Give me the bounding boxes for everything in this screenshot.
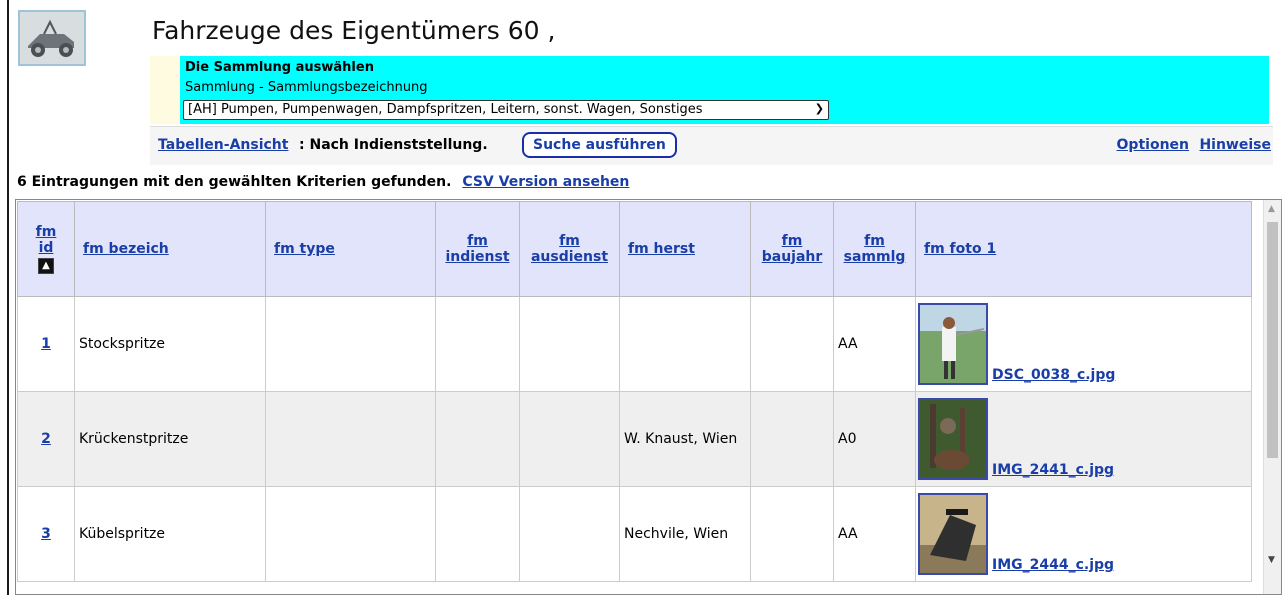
- table-view-link[interactable]: Tabellen-Ansicht: [158, 137, 288, 153]
- photo-thumbnail[interactable]: [918, 398, 988, 480]
- results-table: fm id ▲ fm bezeich fm type fm indienst f…: [17, 201, 1252, 582]
- cell-bezeich: Kübelspritze: [74, 486, 266, 582]
- options-link[interactable]: Optionen: [1117, 137, 1189, 153]
- table-header-row: fm id ▲ fm bezeich fm type fm indienst f…: [17, 201, 1252, 297]
- panel-margin: [150, 56, 180, 124]
- toolbar: Tabellen-Ansicht : Nach Indienststellung…: [150, 126, 1273, 165]
- col-header-id-top: fm: [35, 224, 57, 240]
- cell-ausdienst: [519, 486, 620, 582]
- collection-selector-panel: Die Sammlung auswählen Sammlung - Sammlu…: [150, 56, 1269, 124]
- col-header-id[interactable]: fm id ▲: [17, 201, 75, 297]
- col-header-id-bottom: id: [38, 240, 54, 256]
- csv-version-link[interactable]: CSV Version ansehen: [462, 174, 629, 190]
- cell-baujahr: [750, 391, 834, 487]
- cell-sammlg: AA: [833, 296, 916, 392]
- table-row: 3 Kübelspritze Nechvile, Wien AA IMG_244…: [17, 486, 1252, 582]
- results-summary: 6 Eintragungen mit den gewählten Kriteri…: [17, 174, 629, 190]
- results-table-container: fm id ▲ fm bezeich fm type fm indienst f…: [15, 199, 1282, 595]
- cell-sammlg: AA: [833, 486, 916, 582]
- scrollbar-thumb[interactable]: [1267, 222, 1278, 458]
- hints-link[interactable]: Hinweise: [1199, 137, 1271, 153]
- col-header-ausdienst-bottom: ausdienst: [530, 249, 609, 265]
- cell-indienst: [435, 296, 520, 392]
- cell-baujahr: [750, 486, 834, 582]
- logo-image: [18, 10, 86, 66]
- cell-herst: Nechvile, Wien: [619, 486, 751, 582]
- cell-bezeich: Krückenstpritze: [74, 391, 266, 487]
- col-header-indienst-top: fm: [467, 233, 488, 249]
- col-header-sammlg-top: fm: [864, 233, 885, 249]
- table-view-sort-label: : Nach Indienststellung.: [299, 137, 488, 153]
- scroll-up-icon[interactable]: ▲: [1268, 204, 1275, 214]
- collection-select[interactable]: [AH] Pumpen, Pumpenwagen, Dampfspritzen,…: [183, 100, 829, 120]
- collection-heading: Die Sammlung auswählen: [185, 60, 374, 75]
- table-row: 1 Stockspritze AA DSC_0038_c.jpg: [17, 296, 1252, 392]
- photo-file-link[interactable]: IMG_2441_c.jpg: [992, 462, 1114, 478]
- cell-type: [265, 486, 436, 582]
- col-header-type[interactable]: fm type: [265, 201, 436, 297]
- col-header-indienst[interactable]: fm indienst: [435, 201, 520, 297]
- cell-foto: IMG_2441_c.jpg: [915, 391, 1252, 487]
- col-header-baujahr-top: fm: [781, 233, 803, 249]
- cell-ausdienst: [519, 391, 620, 487]
- photo-file-link[interactable]: DSC_0038_c.jpg: [992, 367, 1115, 383]
- search-button[interactable]: Suche ausführen: [522, 132, 677, 158]
- sort-up-icon[interactable]: ▲: [38, 258, 54, 274]
- col-header-ausdienst-top: fm: [559, 233, 580, 249]
- col-header-foto[interactable]: fm foto 1: [915, 201, 1252, 297]
- photo-thumbnail[interactable]: [918, 303, 988, 385]
- collection-subheading: Sammlung - Sammlungsbezeichnung: [185, 80, 428, 95]
- cell-bezeich: Stockspritze: [74, 296, 266, 392]
- col-header-ausdienst[interactable]: fm ausdienst: [519, 201, 620, 297]
- left-frame-border: [7, 0, 9, 595]
- scroll-down-icon[interactable]: ▼: [1268, 555, 1275, 565]
- row-id-link[interactable]: 3: [17, 486, 75, 582]
- cell-foto: IMG_2444_c.jpg: [915, 486, 1252, 582]
- col-header-baujahr[interactable]: fm baujahr: [750, 201, 834, 297]
- row-id-link[interactable]: 1: [17, 296, 75, 392]
- cell-type: [265, 391, 436, 487]
- cell-herst: [619, 296, 751, 392]
- table-row: 2 Krückenstpritze W. Knaust, Wien A0 IMG…: [17, 391, 1252, 487]
- col-header-bezeich[interactable]: fm bezeich: [74, 201, 266, 297]
- col-header-sammlg[interactable]: fm sammlg: [833, 201, 916, 297]
- cell-type: [265, 296, 436, 392]
- col-header-herst[interactable]: fm herst: [619, 201, 751, 297]
- cell-indienst: [435, 486, 520, 582]
- cell-sammlg: A0: [833, 391, 916, 487]
- vertical-scrollbar[interactable]: ▲ ▼: [1263, 200, 1281, 594]
- cell-baujahr: [750, 296, 834, 392]
- results-count-text: 6 Eintragungen mit den gewählten Kriteri…: [17, 174, 452, 190]
- cell-indienst: [435, 391, 520, 487]
- photo-thumbnail[interactable]: [918, 493, 988, 575]
- page-title: Fahrzeuge des Eigentümers 60 ,: [152, 16, 556, 45]
- col-header-baujahr-bottom: baujahr: [761, 249, 823, 265]
- photo-file-link[interactable]: IMG_2444_c.jpg: [992, 557, 1114, 573]
- col-header-sammlg-bottom: sammlg: [843, 249, 906, 265]
- cell-herst: W. Knaust, Wien: [619, 391, 751, 487]
- col-header-indienst-bottom: indienst: [445, 249, 510, 265]
- cell-ausdienst: [519, 296, 620, 392]
- collection-select-value: [AH] Pumpen, Pumpenwagen, Dampfspritzen,…: [188, 102, 703, 117]
- chevron-down-icon: ❯: [814, 102, 824, 115]
- row-id-link[interactable]: 2: [17, 391, 75, 487]
- cell-foto: DSC_0038_c.jpg: [915, 296, 1252, 392]
